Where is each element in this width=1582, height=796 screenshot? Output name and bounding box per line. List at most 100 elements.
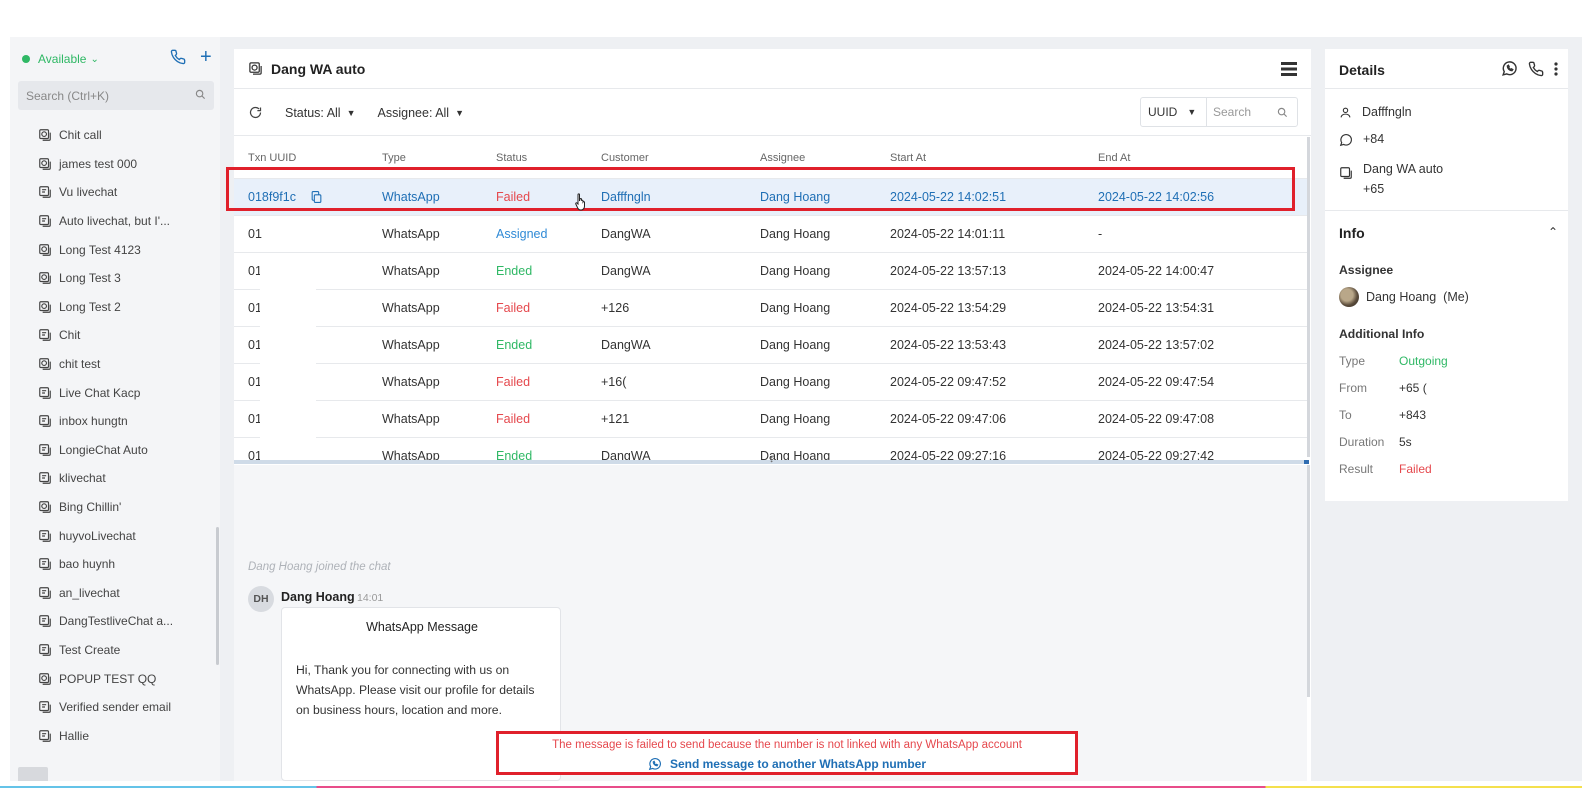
sidebar-item[interactable]: chit test (10, 350, 216, 379)
table-row[interactable]: 01 WhatsApp Failed +121 Dang Hoang 2024-05-22… (234, 401, 1307, 438)
uuid-search-input[interactable]: Search (1207, 105, 1251, 119)
sidebar-item[interactable]: Long Test 2 (10, 293, 216, 322)
table-row[interactable]: 01 WhatsApp Ended DangWA Dang Hoang 2024-05-2… (234, 327, 1307, 364)
table-cell: Dang Hoang (760, 227, 890, 241)
info-section-title[interactable]: Info (1339, 225, 1365, 241)
assignee-filter[interactable]: Assignee: All ▼ (378, 106, 465, 120)
hand-cursor-icon (574, 193, 588, 211)
table-row[interactable]: 01 WhatsApp Failed +16(Dang Hoang 2024-05-22… (234, 364, 1307, 401)
sidebar-item[interactable]: Auto livechat, but I'... (10, 207, 216, 236)
cell-customer: DangWA (601, 264, 651, 278)
table-row[interactable]: 01 WhatsApp Ended DangWA Dang Hoang 2024-05-2… (234, 253, 1307, 290)
sidebar-item[interactable]: Long Test 4123 (10, 235, 216, 264)
table-row[interactable]: 01 WhatsApp Failed +126 Dang Hoang 2024-05-22… (234, 290, 1307, 327)
info-value: Failed (1399, 462, 1432, 476)
info-value: +65 ( (1399, 381, 1427, 395)
sidebar-item-label: klivechat (59, 471, 106, 486)
chat-scrollbar[interactable] (1307, 465, 1310, 697)
cell-assignee: Dang Hoang (760, 301, 831, 315)
sidebar-bottom-tab[interactable] (18, 767, 48, 781)
table-cell: WhatsApp (382, 375, 496, 389)
table-cell: WhatsApp (382, 301, 496, 315)
table-cell: 2024-05-22 09:47:08 (1098, 412, 1298, 426)
avatar: DH (248, 586, 274, 612)
cell-status: Failed (496, 375, 531, 389)
customer-name: Dafffngln (1362, 105, 1412, 119)
sidebar-item[interactable]: huyvoLivechat (10, 521, 216, 550)
chevron-up-icon[interactable]: ⌃ (1548, 225, 1558, 239)
sidebar-scrollbar[interactable] (216, 527, 219, 665)
cell-status: Failed (496, 412, 531, 426)
refresh-icon[interactable] (248, 105, 263, 120)
chevron-down-icon[interactable]: ⌄ (90, 54, 98, 65)
table-scrollbar[interactable] (1307, 137, 1310, 457)
sidebar-item[interactable]: Bing Chillin' (10, 493, 216, 522)
status-dropdown[interactable]: Available (38, 52, 86, 66)
sidebar-item[interactable]: an_livechat (10, 579, 216, 608)
cell-start: 2024-05-22 14:01:11 (890, 227, 1006, 241)
whatsapp-icon (648, 757, 661, 771)
additional-info-label: Additional Info (1339, 327, 1425, 341)
scrollbar-thumb[interactable] (1304, 460, 1309, 464)
phone-icon[interactable] (170, 49, 186, 65)
sidebar-item-label: Live Chat Kacp (59, 385, 141, 400)
column-header[interactable]: Status (496, 152, 601, 164)
cell-customer: DangWA (601, 227, 651, 241)
sidebar-item[interactable]: bao huynh (10, 550, 216, 579)
column-header[interactable]: Assignee (760, 152, 890, 164)
column-header[interactable]: Type (382, 152, 496, 164)
sidebar-item[interactable]: james test 000 (10, 150, 216, 179)
column-header[interactable]: Start At (890, 152, 1098, 164)
table-cell: 2024-05-22 14:00:47 (1098, 264, 1298, 278)
sidebar-item[interactable]: Long Test 3 (10, 264, 216, 293)
sidebar-item[interactable]: Live Chat Kacp (10, 378, 216, 407)
sidebar-item[interactable]: LongieChat Auto (10, 436, 216, 465)
bottom-color-strip (0, 786, 1582, 788)
message-time: 14:01 (357, 592, 384, 604)
send-to-another-number-link[interactable]: Send message to another WhatsApp number (499, 757, 1075, 771)
cell-status: Assigned (496, 227, 548, 241)
sidebar-item-label: Test Create (59, 642, 121, 657)
cell-type: WhatsApp (382, 338, 440, 352)
sidebar-item[interactable]: Hallie (10, 721, 216, 750)
sidebar-item[interactable]: Chit (10, 321, 216, 350)
sidebar-item[interactable]: Chit call (10, 121, 216, 150)
sidebar-item[interactable]: Verified sender email (10, 693, 216, 722)
menu-icon[interactable] (1281, 62, 1297, 76)
column-header[interactable]: Txn UUID (234, 152, 382, 164)
user-icon (1339, 105, 1362, 119)
whatsapp-icon (38, 128, 52, 142)
table-cell: 2024-05-22 13:54:29 (890, 301, 1098, 315)
cell-start: 2024-05-22 09:47:52 (890, 375, 1007, 389)
search-type-select[interactable]: UUID ▼ (1141, 98, 1207, 126)
sidebar-search-input[interactable]: Search (Ctrl+K) (18, 81, 214, 110)
sidebar-item[interactable]: klivechat (10, 464, 216, 493)
system-message: Dang Hoang joined the chat (248, 561, 391, 573)
column-header[interactable]: End At (1098, 152, 1298, 164)
table-cell: Ended (496, 264, 601, 278)
table-cell: Dang Hoang (760, 338, 890, 352)
phone-icon[interactable] (1528, 61, 1544, 77)
status-filter[interactable]: Status: All ▼ (285, 106, 356, 120)
sidebar-item-label: Long Test 3 (59, 271, 121, 286)
sidebar-item[interactable]: DangTestliveChat a... (10, 607, 216, 636)
cell-status: Failed (496, 301, 531, 315)
table-cell: +126 (601, 301, 760, 315)
whatsapp-icon[interactable] (1501, 60, 1518, 77)
cell-type: WhatsApp (382, 375, 440, 389)
sidebar-item[interactable]: Test Create (10, 636, 216, 665)
resize-handle[interactable]: ↕ (769, 454, 774, 465)
send-failed-notice: The message is failed to send because th… (496, 731, 1078, 775)
cell-status: Ended (496, 338, 533, 352)
add-icon[interactable]: + (200, 47, 212, 67)
column-header[interactable]: Customer (601, 152, 760, 164)
sidebar-item[interactable]: Vu livechat (10, 178, 216, 207)
search-icon[interactable] (1277, 107, 1288, 118)
more-vertical-icon[interactable] (1554, 61, 1558, 76)
table-row[interactable]: 01 WhatsApp Assigned DangWA Dang Hoang 2024-0… (234, 216, 1307, 253)
sidebar-item[interactable]: inbox hungtn (10, 407, 216, 436)
info-key: Type (1339, 354, 1366, 368)
sidebar-item[interactable]: POPUP TEST QQ (10, 664, 216, 693)
avatar (1339, 287, 1359, 307)
caret-down-icon: ▼ (346, 107, 356, 118)
